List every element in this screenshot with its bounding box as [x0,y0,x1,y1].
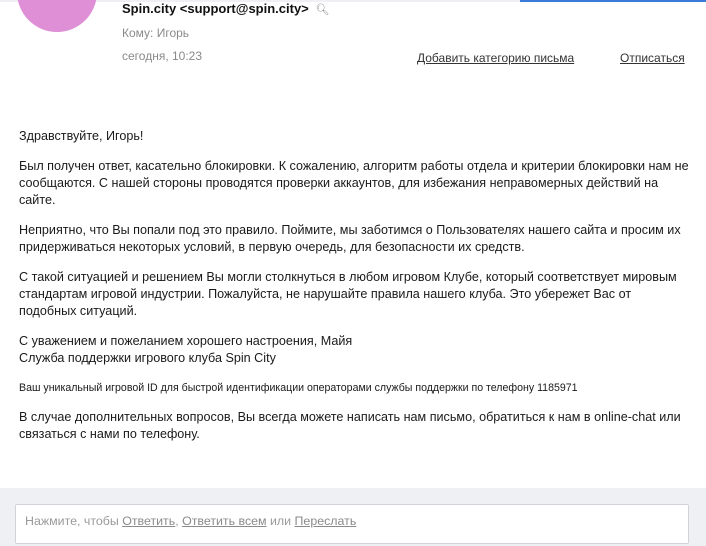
reply-or: или [270,514,292,528]
signature-line-2: Служба поддержки игрового клуба Spin Cit… [19,351,276,365]
recipient: Кому: Игорь [122,26,190,40]
sender-avatar[interactable] [17,0,97,32]
message-date: сегодня, 10:23 [122,49,203,63]
reply-all-link[interactable]: Ответить всем [182,514,266,528]
top-accent-bar [520,0,706,2]
reply-prefix: Нажмите, чтобы [25,514,119,528]
greeting: Здравствуйте, Игорь! [19,129,144,143]
add-category-link[interactable]: Добавить категорию письма [417,51,574,65]
forward-link[interactable]: Переслать [295,514,357,528]
search-icon[interactable]: 🔍︎ [315,4,329,16]
quick-reply-box[interactable]: Нажмите, чтобы Ответить, Ответить всем и… [15,504,689,544]
player-id-note: Ваш уникальный игровой ID для быстрой ид… [19,382,578,394]
message-body: Здравствуйте, Игорь! Был получен ответ, … [19,128,691,456]
sender-name[interactable]: Spin.city <support@spin.city> [122,1,309,16]
paragraph-1: Был получен ответ, касательно блокировки… [19,159,689,207]
paragraph-4: В случае дополнительных вопросов, Вы все… [19,410,681,441]
paragraph-3: С такой ситуацией и решением Вы могли ст… [19,270,677,318]
paragraph-2: Неприятно, что Вы попали под это правило… [19,223,681,254]
unsubscribe-link[interactable]: Отписаться [620,51,685,65]
signature: С уважением и пожеланием хорошего настро… [19,333,691,367]
sender-line[interactable]: Spin.city <support@spin.city> 🔍︎ [122,1,329,16]
signature-line-1: С уважением и пожеланием хорошего настро… [19,334,353,348]
reply-prompt: Нажмите, чтобы Ответить, Ответить всем и… [25,514,356,528]
reply-separator: , [175,514,179,528]
reply-footer: Нажмите, чтобы Ответить, Ответить всем и… [0,488,706,546]
reply-link[interactable]: Ответить [122,514,175,528]
